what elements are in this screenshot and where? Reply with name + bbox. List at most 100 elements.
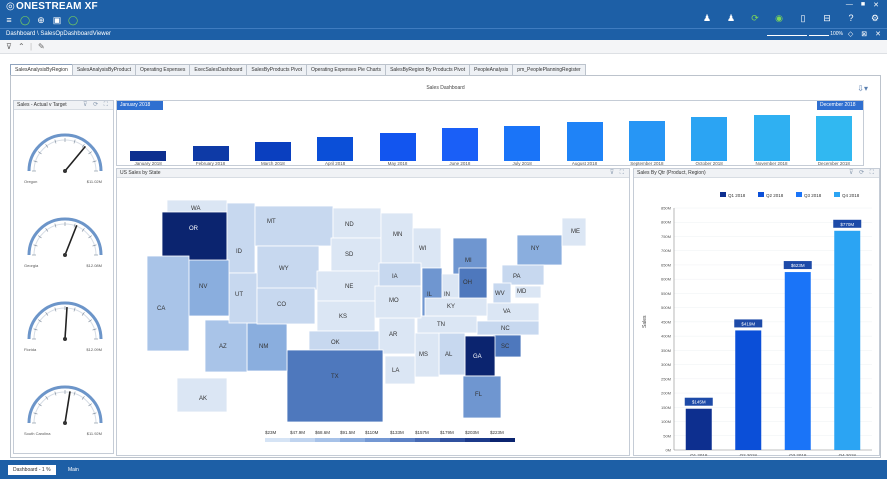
state-la[interactable] [384,355,416,385]
collapse-icon[interactable]: ⌃ [18,42,25,51]
gauge-value: $12.08M [86,263,102,268]
y-tick-label: 0M [665,448,671,453]
settings-icon[interactable]: ⚙ [869,13,881,24]
bar-value-label: $145M [692,400,706,405]
month-bar[interactable] [379,132,416,161]
state-or[interactable] [161,211,228,263]
month-bar[interactable] [628,120,665,161]
legend-swatch [834,192,840,197]
month-bar[interactable] [130,151,167,161]
maximize-icon[interactable]: ■ [861,1,865,9]
quarter-bar[interactable] [784,272,811,450]
filter-icon[interactable]: ⊽ [6,42,12,51]
gauge-dial [27,217,103,257]
globe-icon[interactable]: ⊕ [36,15,46,25]
gauge-label: Florida [24,347,37,352]
gauge-value: $11.02M [86,179,102,184]
month-bar[interactable] [815,115,852,161]
state-va[interactable] [486,302,540,322]
state-wi[interactable] [412,227,442,269]
tab-5[interactable]: Operating Expenses Pie Charts [306,64,387,75]
dashboard-content: Sales Dashboard ⇩▾ Sales - Actual v Targ… [10,75,881,458]
breadcrumb[interactable]: Dashboard \ SalesOpDashboardViewer [6,31,111,37]
status-tab-dashboard[interactable]: Dashboard - 1 % [8,465,56,475]
month-bar[interactable] [691,117,728,161]
grid-icon[interactable]: ⊟ [821,13,833,24]
month-bar[interactable] [566,122,603,161]
state-sd[interactable] [330,237,382,272]
state-co[interactable] [256,287,316,325]
export-icon[interactable]: ⇩▾ [857,84,868,93]
zoom-slider-track[interactable] [767,35,807,36]
quarter-bar[interactable] [685,408,712,450]
gauge-hub [63,253,67,257]
state-ky[interactable] [424,297,488,317]
month-bar[interactable] [753,115,790,161]
zoom-slider-fill[interactable] [809,35,829,36]
legend-swatch [720,192,726,197]
y-axis-label: Sales [642,315,648,328]
month-end-label: December 2018 [817,101,863,110]
quarter-tools-icon[interactable]: ⊽ ⟳ ⛶ [849,169,876,177]
status-icon[interactable]: ◯ [68,15,78,25]
refresh-icon[interactable]: ◯ [20,15,30,25]
y-tick-label: 100M [661,419,671,424]
month-bar[interactable] [317,137,354,161]
sync-icon[interactable]: ⟳ [749,13,761,24]
tab-2[interactable]: Operating Expenses [135,64,191,75]
state-label: OK [331,340,340,346]
month-bar[interactable] [254,142,291,161]
minimize-icon[interactable]: — [846,1,853,9]
state-ny[interactable] [516,234,563,266]
state-mn[interactable] [380,212,414,264]
state-mt[interactable] [254,205,334,247]
map-tools-icon[interactable]: ⊽ ⛶ [610,169,626,177]
close-page-icon[interactable]: ✕ [875,30,881,38]
state-label: ND [345,222,354,228]
legend-swatch [440,438,465,442]
state-label: MO [389,298,399,304]
save-icon[interactable]: ▣ [52,15,62,25]
month-label: September 2018 [630,161,664,166]
help-icon[interactable]: ? [845,13,857,24]
month-bar[interactable] [192,146,229,161]
us-map[interactable]: WA OR ID MT WY ND SD NE MN WI MI IA IL IN OH NY PA ME MD WV… [117,178,629,456]
y-tick-label: 350M [661,348,671,353]
state-tx[interactable] [286,349,384,423]
quarter-bar[interactable] [834,230,861,450]
users-icon[interactable]: ♟ [725,13,737,24]
tab-7[interactable]: PeopleAnalysis [469,64,514,75]
legend-label: $110M [365,430,379,435]
document-icon[interactable]: ▯ [797,13,809,24]
state-ca[interactable] [146,255,190,352]
restore-icon[interactable]: ◇ [848,30,853,38]
gauge: Florida $12.09M [22,291,108,361]
y-tick-label: 650M [661,262,671,267]
state-nd[interactable] [332,207,382,239]
user-icon[interactable]: ♟ [701,13,713,24]
state-id[interactable] [226,202,256,274]
state-ak[interactable] [176,377,228,413]
tab-4[interactable]: SalesByProducts Pivot [246,64,308,75]
state-tn[interactable] [416,315,478,334]
popout-icon[interactable]: ⊠ [861,30,867,38]
state-pa[interactable] [501,264,545,286]
state-nv[interactable] [186,259,230,317]
edit-icon[interactable]: ✎ [38,42,45,51]
panel-tools-icon[interactable]: ⊽ ⟳ ⛶ [83,101,110,109]
close-icon[interactable]: ✕ [873,1,879,9]
month-bar[interactable] [441,127,478,161]
onestream-logo-icon: ◎ [6,1,15,12]
task-icon[interactable]: ◉ [773,13,785,24]
state-label: SC [501,344,510,350]
state-label: IN [444,292,450,298]
status-tab-main[interactable]: Main [68,465,79,475]
tab-1[interactable]: SalesAnalysisByProduct [71,64,137,75]
menu-icon[interactable]: ≡ [4,15,14,25]
month-bar[interactable] [504,126,541,161]
tab-3[interactable]: ExecSalesDashboard [189,64,248,75]
quarter-bar[interactable] [735,330,762,450]
state-ut[interactable] [228,272,258,324]
tab-6[interactable]: SalesByRegion By Products Pivot [385,64,471,75]
tab-8[interactable]: pm_PeoplePlanningRegister [512,64,586,75]
